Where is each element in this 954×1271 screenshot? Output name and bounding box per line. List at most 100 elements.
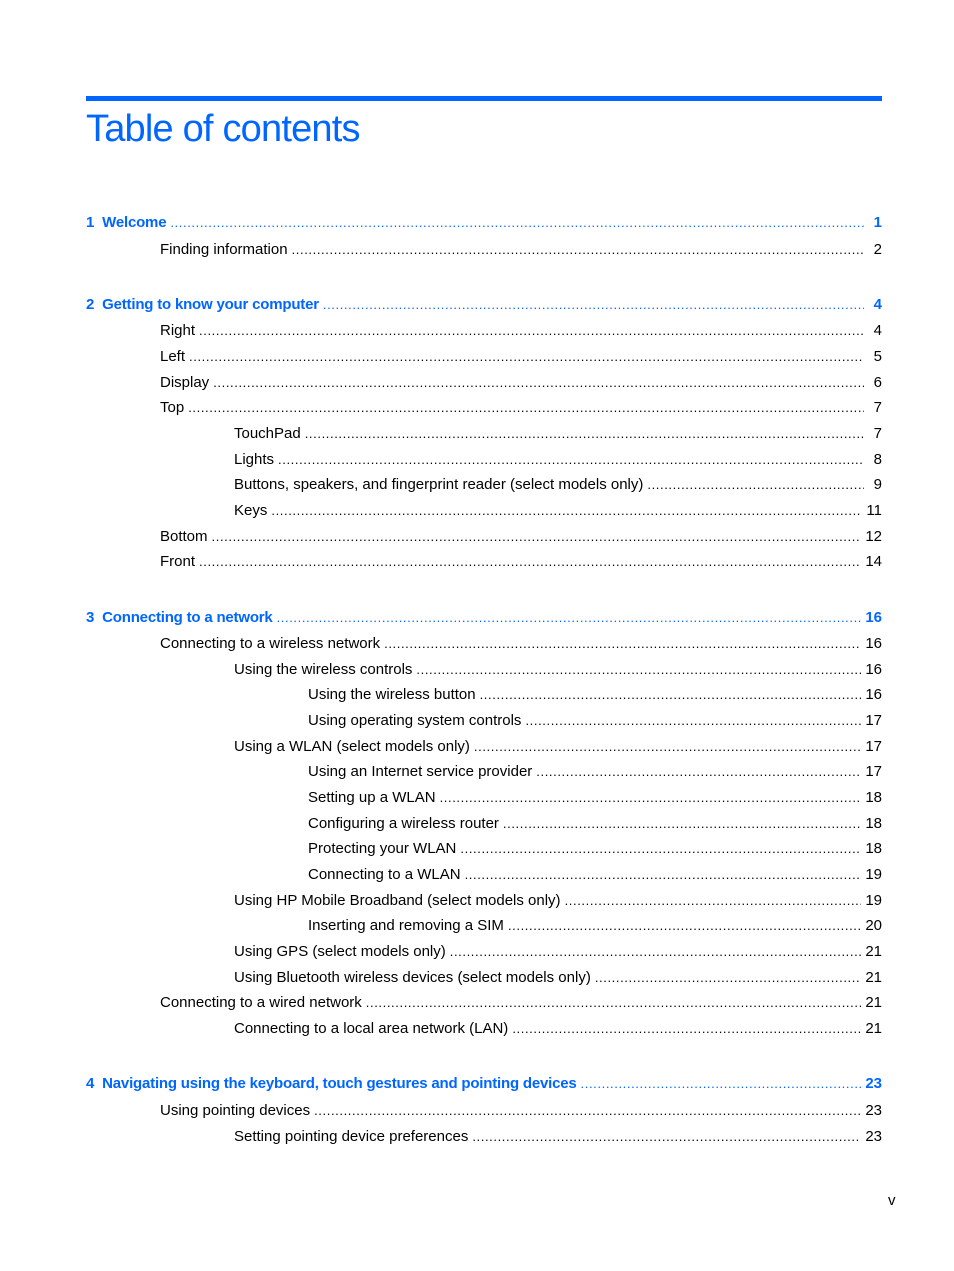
toc-page-number[interactable]: 19 [861, 891, 882, 911]
toc-page-number[interactable]: 21 [861, 942, 882, 962]
toc-entry[interactable]: Top 7 [160, 398, 882, 418]
toc-entry-label[interactable]: 2 Getting to know your computer [86, 295, 323, 315]
toc-page-number[interactable]: 14 [861, 552, 882, 572]
toc-entry[interactable]: TouchPad 7 [234, 424, 882, 444]
toc-entry-label[interactable]: Buttons, speakers, and fingerprint reade… [234, 475, 647, 495]
toc-entry-label[interactable]: 4 Navigating using the keyboard, touch ge… [86, 1074, 581, 1094]
toc-entry-label[interactable]: Using GPS (select models only) [234, 942, 450, 962]
toc-entry[interactable]: Connecting to a WLAN 19 [308, 865, 882, 885]
toc-entry-label[interactable]: 1 Welcome [86, 213, 170, 233]
toc-entry-label[interactable]: Using an Internet service provider [308, 762, 536, 782]
toc-chapter-entry[interactable]: 4 Navigating using the keyboard, touch ge… [86, 1074, 882, 1094]
toc-entry-label[interactable]: Using a WLAN (select models only) [234, 737, 474, 757]
toc-page-number[interactable]: 4 [864, 321, 882, 341]
toc-entry[interactable]: Front 14 [160, 552, 882, 572]
toc-entry-label[interactable]: Bottom [160, 527, 212, 547]
toc-page-number[interactable]: 9 [864, 475, 882, 495]
toc-page-number[interactable]: 12 [861, 527, 882, 547]
toc-entry[interactable]: Using operating system controls 17 [308, 711, 882, 731]
toc-entry-label[interactable]: Left [160, 347, 189, 367]
toc-page-number[interactable]: 23 [861, 1101, 882, 1121]
toc-entry[interactable]: Bottom 12 [160, 527, 882, 547]
toc-entry-label[interactable]: Using HP Mobile Broadband (select models… [234, 891, 565, 911]
toc-entry-label[interactable]: Front [160, 552, 199, 572]
toc-entry-label[interactable]: Configuring a wireless router [308, 814, 503, 834]
toc-page-number[interactable]: 17 [861, 762, 882, 782]
toc-page-number[interactable]: 2 [864, 240, 882, 260]
toc-entry[interactable]: Using a WLAN (select models only) 17 [234, 737, 882, 757]
toc-entry[interactable]: Keys 11 [234, 501, 882, 521]
toc-page-number[interactable]: 21 [861, 1019, 882, 1039]
toc-page-number[interactable]: 7 [864, 424, 882, 444]
toc-page-number[interactable]: 17 [861, 737, 882, 757]
toc-page-number[interactable]: 20 [861, 916, 882, 936]
toc-entry-label[interactable]: TouchPad [234, 424, 305, 444]
toc-page-number[interactable]: 23 [861, 1074, 882, 1094]
toc-page-number[interactable]: 16 [861, 685, 882, 705]
toc-entry-label[interactable]: Connecting to a wired network [160, 993, 366, 1013]
toc-entry[interactable]: Using the wireless button 16 [308, 685, 882, 705]
toc-page-number[interactable]: 1 [864, 213, 882, 233]
toc-page-number[interactable]: 16 [861, 634, 882, 654]
toc-page-number[interactable]: 11 [862, 501, 882, 521]
toc-page-number[interactable]: 23 [861, 1127, 882, 1147]
toc-entry[interactable]: Configuring a wireless router 18 [308, 814, 882, 834]
toc-entry[interactable]: Using Bluetooth wireless devices (select… [234, 968, 882, 988]
toc-entry-label[interactable]: Using the wireless button [308, 685, 480, 705]
toc-entry[interactable]: Setting up a WLAN 18 [308, 788, 882, 808]
toc-entry-label[interactable]: Lights [234, 450, 278, 470]
toc-page-number[interactable]: 18 [861, 814, 882, 834]
toc-page-number[interactable]: 16 [861, 660, 882, 680]
toc-page-number[interactable]: 5 [864, 347, 882, 367]
toc-entry-label[interactable]: Using Bluetooth wireless devices (select… [234, 968, 595, 988]
toc-page-number[interactable]: 4 [864, 295, 882, 315]
toc-chapter-entry[interactable]: 3 Connecting to a network 16 [86, 608, 882, 628]
toc-page-number[interactable]: 18 [861, 839, 882, 859]
toc-entry-label[interactable]: Setting up a WLAN [308, 788, 440, 808]
toc-entry-label[interactable]: Inserting and removing a SIM [308, 916, 508, 936]
toc-entry-label[interactable]: Finding information [160, 240, 292, 260]
toc-entry-label[interactable]: Keys [234, 501, 271, 521]
toc-entry[interactable]: Using HP Mobile Broadband (select models… [234, 891, 882, 911]
toc-entry[interactable]: Connecting to a wired network 21 [160, 993, 882, 1013]
toc-entry[interactable]: Using an Internet service provider 17 [308, 762, 882, 782]
toc-page-number[interactable]: 17 [861, 711, 882, 731]
toc-entry-label[interactable]: Right [160, 321, 199, 341]
chapter-title[interactable]: Getting to know your computer [102, 296, 319, 313]
toc-entry[interactable]: Display 6 [160, 373, 882, 393]
toc-entry[interactable]: Lights 8 [234, 450, 882, 470]
toc-entry[interactable]: Using the wireless controls 16 [234, 660, 882, 680]
toc-chapter-entry[interactable]: 2 Getting to know your computer 4 [86, 295, 882, 315]
toc-entry-label[interactable]: 3 Connecting to a network [86, 608, 277, 628]
toc-entry-label[interactable]: Top [160, 398, 188, 418]
toc-page-number[interactable]: 18 [861, 788, 882, 808]
toc-entry-label[interactable]: Connecting to a wireless network [160, 634, 384, 654]
toc-page-number[interactable]: 21 [861, 993, 882, 1013]
toc-entry[interactable]: Connecting to a wireless network 16 [160, 634, 882, 654]
toc-entry-label[interactable]: Connecting to a WLAN [308, 865, 465, 885]
toc-page-number[interactable]: 19 [861, 865, 882, 885]
toc-entry[interactable]: Protecting your WLAN 18 [308, 839, 882, 859]
toc-entry[interactable]: Setting pointing device preferences 23 [234, 1127, 882, 1147]
chapter-title[interactable]: Connecting to a network [102, 609, 273, 626]
toc-entry[interactable]: Right 4 [160, 321, 882, 341]
toc-entry-label[interactable]: Protecting your WLAN [308, 839, 460, 859]
toc-page-number[interactable]: 8 [864, 450, 882, 470]
toc-page-number[interactable]: 7 [864, 398, 882, 418]
toc-entry-label[interactable]: Connecting to a local area network (LAN) [234, 1019, 512, 1039]
toc-entry-label[interactable]: Using operating system controls [308, 711, 525, 731]
chapter-title[interactable]: Welcome [102, 214, 166, 231]
chapter-title[interactable]: Navigating using the keyboard, touch ges… [102, 1075, 577, 1092]
toc-entry[interactable]: Inserting and removing a SIM 20 [308, 916, 882, 936]
toc-page-number[interactable]: 6 [864, 373, 882, 393]
toc-entry-label[interactable]: Using the wireless controls [234, 660, 416, 680]
toc-entry[interactable]: Using GPS (select models only) 21 [234, 942, 882, 962]
toc-entry[interactable]: Buttons, speakers, and fingerprint reade… [234, 475, 882, 495]
toc-entry[interactable]: Finding information 2 [160, 240, 882, 260]
toc-page-number[interactable]: 16 [861, 608, 882, 628]
toc-entry[interactable]: Connecting to a local area network (LAN)… [234, 1019, 882, 1039]
toc-chapter-entry[interactable]: 1 Welcome 1 [86, 213, 882, 233]
toc-page-number[interactable]: 21 [861, 968, 882, 988]
toc-entry-label[interactable]: Setting pointing device preferences [234, 1127, 472, 1147]
toc-entry-label[interactable]: Using pointing devices [160, 1101, 314, 1121]
